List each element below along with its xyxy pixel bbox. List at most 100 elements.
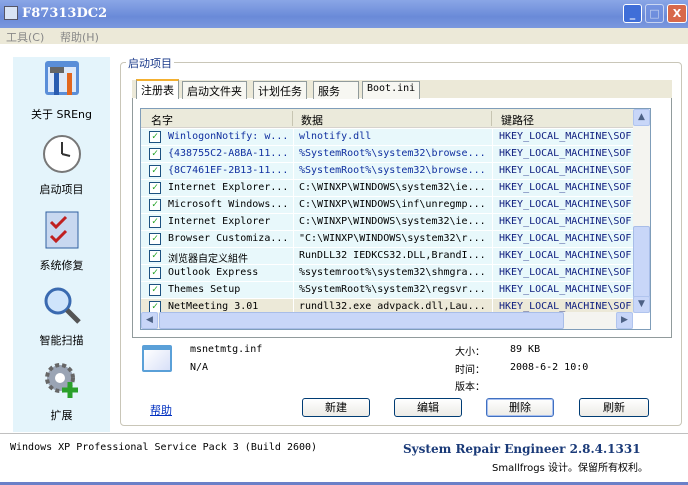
row-name: Internet Explorer	[168, 216, 271, 227]
os-info: Windows XP Professional Service Pack 3 (…	[10, 442, 318, 453]
vertical-scroll-thumb[interactable]	[633, 226, 650, 298]
horizontal-scrollbar[interactable]: ◀ ▶	[141, 312, 633, 329]
table-header: 名字 数据 键路径	[141, 109, 633, 128]
table-row[interactable]: ✓ Internet Explorer... C:\WINXP\WINDOWS\…	[141, 180, 633, 197]
minimize-button[interactable]: _	[623, 4, 642, 23]
vertical-scrollbar[interactable]: ▲ ▼	[633, 109, 650, 313]
menu-help[interactable]: 帮助(H)	[60, 29, 99, 45]
row-checkbox[interactable]: ✓	[149, 182, 161, 194]
row-checkbox[interactable]: ✓	[149, 233, 161, 245]
row-key-path: HKEY_LOCAL_MACHINE\SOF	[499, 267, 632, 278]
row-checkbox[interactable]: ✓	[149, 250, 161, 262]
checklist-icon	[45, 211, 78, 249]
edit-button[interactable]: 编辑	[394, 398, 462, 417]
row-data: RunDLL32 IEDKCS32.DLL,BrandI...	[299, 250, 486, 261]
row-checkbox[interactable]: ✓	[149, 216, 161, 228]
delete-button[interactable]: 删除	[486, 398, 554, 417]
sidebar-item-about[interactable]: 关于 SREng	[13, 59, 110, 122]
row-data: C:\WINXP\WINDOWS\inf\unregmp...	[299, 199, 486, 210]
horizontal-scroll-thumb[interactable]	[159, 312, 564, 329]
row-checkbox[interactable]: ✓	[149, 165, 161, 177]
table-row[interactable]: ✓ Outlook Express %systemroot%\system32\…	[141, 265, 633, 282]
close-button[interactable]: X	[667, 4, 687, 23]
row-name: Internet Explorer...	[168, 182, 289, 193]
tab-strip: 注册表 启动文件夹 计划任务 服务 Boot.ini	[132, 79, 672, 99]
row-name: {438755C2-A8BA-11...	[168, 148, 289, 159]
refresh-button[interactable]: 刷新	[579, 398, 649, 417]
scroll-right-button[interactable]: ▶	[616, 312, 633, 329]
row-checkbox[interactable]: ✓	[149, 267, 161, 279]
row-checkbox[interactable]: ✓	[149, 199, 161, 211]
table-row[interactable]: ✓ Themes Setup %SystemRoot%\system32\reg…	[141, 282, 633, 299]
column-name[interactable]: 名字	[151, 112, 173, 128]
sidebar-item-scan[interactable]: 智能扫描	[13, 285, 110, 348]
menu-bar: 工具(C) 帮助(H)	[0, 28, 688, 44]
row-key-path: HKEY_LOCAL_MACHINE\SOF	[499, 148, 632, 159]
scroll-down-button[interactable]: ▼	[633, 296, 650, 313]
table-row[interactable]: ✓ Browser Customiza... "C:\WINXP\WINDOWS…	[141, 231, 633, 248]
time-value: 2008-6-2 10:0	[510, 362, 589, 373]
sidebar-item-repair[interactable]: 系统修复	[13, 210, 110, 273]
row-checkbox[interactable]: ✓	[149, 284, 161, 296]
status-bar: Windows XP Professional Service Pack 3 (…	[0, 433, 688, 485]
tab-boot-ini[interactable]: Boot.ini	[362, 81, 421, 99]
row-name: WinlogonNotify: w...	[168, 131, 289, 142]
menu-tools[interactable]: 工具(C)	[6, 29, 44, 45]
scroll-left-button[interactable]: ◀	[141, 312, 158, 329]
title-bar: F87313DC2 _ □ X	[0, 0, 688, 28]
tab-registry[interactable]: 注册表	[136, 79, 179, 99]
window-title: F87313DC2	[22, 6, 108, 21]
sidebar: 关于 SREng 启动项目 系统修复 智能扫描 扩展	[13, 57, 110, 432]
column-data[interactable]: 数据	[301, 112, 323, 128]
row-key-path: HKEY_LOCAL_MACHINE\SOF	[499, 284, 632, 295]
table-row[interactable]: ✓ WinlogonNotify: w... wlnotify.dll HKEY…	[141, 129, 633, 146]
help-link[interactable]: 帮助	[150, 402, 172, 418]
table-row[interactable]: ✓ Microsoft Windows... C:\WINXP\WINDOWS\…	[141, 197, 633, 214]
row-name: {8C7461EF-2B13-11...	[168, 165, 289, 176]
new-button[interactable]: 新建	[302, 398, 370, 417]
tab-startup-folder[interactable]: 启动文件夹	[182, 81, 247, 99]
row-data: "C:\WINXP\WINDOWS\system32\r...	[299, 233, 486, 244]
version-label: 版本：	[455, 382, 485, 393]
row-name: Outlook Express	[168, 267, 259, 278]
row-key-path: HKEY_LOCAL_MACHINE\SOF	[499, 165, 632, 176]
scroll-up-button[interactable]: ▲	[633, 109, 650, 126]
row-key-path: HKEY_LOCAL_MACHINE\SOF	[499, 131, 632, 142]
app-version: System Repair Engineer 2.8.4.1331	[403, 442, 641, 456]
table-row[interactable]: ✓ {438755C2-A8BA-11... %SystemRoot%\syst…	[141, 146, 633, 163]
row-name: NetMeeting 3.01	[168, 301, 259, 312]
table-row[interactable]: ✓ Internet Explorer C:\WINXP\WINDOWS\sys…	[141, 214, 633, 231]
file-icon	[142, 345, 172, 372]
row-data: wlnotify.dll	[299, 131, 372, 142]
time-label: 时间：	[455, 365, 485, 376]
row-checkbox[interactable]: ✓	[149, 131, 161, 143]
maximize-button[interactable]: □	[645, 4, 664, 23]
magnifier-icon	[44, 287, 81, 324]
tools-icon	[44, 61, 79, 95]
table-row[interactable]: ✓ {8C7461EF-2B13-11... %SystemRoot%\syst…	[141, 163, 633, 180]
row-key-path: HKEY_LOCAL_MACHINE\SOF	[499, 199, 632, 210]
size-label: 大小：	[455, 347, 485, 358]
row-name: Themes Setup	[168, 284, 241, 295]
tab-scheduled-tasks[interactable]: 计划任务	[253, 81, 307, 99]
size-value: 89 KB	[510, 344, 541, 355]
row-data: %SystemRoot%\system32\regsvr...	[299, 284, 486, 295]
row-key-path: HKEY_LOCAL_MACHINE\SOF	[499, 250, 632, 261]
row-name: 浏览器自定义組件	[168, 254, 248, 265]
file-name: msnetmtg.inf	[190, 344, 263, 355]
row-data: C:\WINXP\WINDOWS\system32\ie...	[299, 182, 486, 193]
row-data: rundll32.exe advpack.dll,Lau...	[299, 301, 486, 312]
table-row[interactable]: ✓ 浏览器自定义組件 RunDLL32 IEDKCS32.DLL,BrandI.…	[141, 248, 633, 265]
row-data: C:\WINXP\WINDOWS\system32\ie...	[299, 216, 486, 227]
row-key-path: HKEY_LOCAL_MACHINE\SOF	[499, 216, 632, 227]
tab-services[interactable]: 服务	[313, 81, 359, 99]
copyright: Smallfrogs 设计。保留所有权利。	[492, 463, 649, 474]
registry-table: 名字 数据 键路径 ✓ WinlogonNotify: w... wlnotif…	[140, 108, 651, 330]
row-data: %systemroot%\system32\shmgra...	[299, 267, 486, 278]
sidebar-item-extend[interactable]: 扩展	[13, 360, 110, 423]
row-name: Browser Customiza...	[168, 233, 289, 244]
column-key-path[interactable]: 键路径	[501, 112, 534, 128]
sidebar-item-startup[interactable]: 启动项目	[13, 134, 110, 197]
group-title: 启动项目	[126, 55, 174, 71]
row-checkbox[interactable]: ✓	[149, 148, 161, 160]
